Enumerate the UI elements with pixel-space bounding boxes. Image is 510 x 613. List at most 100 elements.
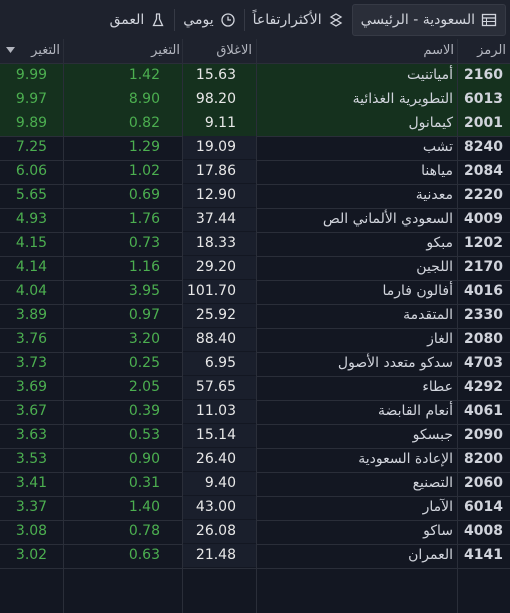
cell-change-pct: 3.76	[15, 331, 48, 347]
cell-close: 37.44	[182, 208, 256, 231]
cell-name: ساكو	[423, 523, 453, 539]
cell-change: 0.82	[128, 115, 160, 131]
columns-selector[interactable]: العمق	[102, 5, 175, 35]
cell-close: 43.00	[182, 496, 256, 519]
table-row[interactable]: 4.15 0.73 18.33 مبكو 1202	[0, 232, 510, 257]
table-row[interactable]: 3.69 2.05 57.65 عطاء 4292	[0, 376, 510, 401]
table-row[interactable]: 9.99 1.42 15.63 أمياتنيت 2160	[0, 64, 510, 89]
cell-change-pct: 4.04	[15, 283, 48, 299]
cell-change: 3.95	[128, 283, 160, 299]
cell-symbol: 2001	[464, 115, 503, 131]
gainers-window: السعودية - الرئيسي الأكثرارتفاعاً يومي ا…	[0, 0, 510, 613]
header-change[interactable]: التغير	[100, 39, 180, 63]
toolbar-divider	[174, 8, 176, 31]
cell-close: 26.40	[182, 448, 256, 471]
header-name[interactable]: الاسم	[256, 39, 454, 63]
cell-change-pct: 3.53	[15, 451, 48, 467]
cell-symbol: 4009	[464, 211, 503, 227]
table-row[interactable]: 3.76 3.20 88.40 الغاز 2080	[0, 328, 510, 353]
cell-change-pct: 4.14	[15, 259, 48, 275]
table-row[interactable]: 3.63 0.53 15.14 جبسكو 2090	[0, 424, 510, 449]
filter-selector[interactable]: الأكثرارتفاعاً	[245, 5, 352, 35]
cell-name: الغاز	[427, 331, 453, 347]
cell-symbol: 6014	[464, 499, 503, 515]
flask-icon	[152, 12, 164, 26]
cell-close: 25.92	[182, 304, 256, 327]
table-row[interactable]: 3.89 0.97 25.92 المتقدمة 2330	[0, 304, 510, 329]
cell-change-pct: 3.08	[15, 523, 48, 539]
cell-name: كيمانول	[408, 115, 453, 131]
cell-symbol: 6013	[464, 91, 503, 107]
cell-name: مبكو	[426, 235, 453, 251]
cell-change: 0.53	[128, 427, 160, 443]
table-row[interactable]: 4.04 3.95 101.70 أفالون فارما 4016	[0, 280, 510, 305]
table-row[interactable]: 9.97 8.90 98.20 التطويرية الغذائية 6013	[0, 88, 510, 113]
table-row[interactable]: 3.37 1.40 43.00 الآمار 6014	[0, 496, 510, 521]
market-label: السعودية - الرئيسي	[360, 11, 475, 28]
cell-change: 1.76	[128, 211, 160, 227]
cell-change: 1.42	[128, 67, 160, 83]
cell-change-pct: 3.63	[15, 427, 48, 443]
filter-link-icon	[329, 12, 342, 27]
cell-change: 0.63	[128, 547, 160, 563]
cell-name: التصنيع	[412, 475, 453, 491]
cell-symbol: 2060	[464, 475, 503, 491]
table-row[interactable]: 4.93 1.76 37.44 السعودي الألماني الص 4009	[0, 208, 510, 233]
cell-symbol: 2080	[464, 331, 503, 347]
period-selector[interactable]: يومي	[175, 5, 243, 35]
cell-symbol: 4008	[464, 523, 503, 539]
cell-close: 12.90	[182, 184, 256, 207]
header-change-pct[interactable]: التغير	[24, 39, 60, 63]
cell-change-pct: 3.89	[15, 307, 48, 323]
cell-name: المتقدمة	[403, 307, 453, 323]
cell-symbol: 4061	[464, 403, 503, 419]
cell-change: 0.39	[128, 403, 160, 419]
table-row[interactable]: 6.06 1.02 17.86 مياهنا 2084	[0, 160, 510, 185]
cell-close: 6.95	[182, 352, 256, 375]
cell-change: 0.90	[128, 451, 160, 467]
cell-close: 57.65	[182, 376, 256, 399]
cell-change-pct: 3.69	[15, 379, 48, 395]
table-row[interactable]: 3.08 0.78 26.08 ساكو 4008	[0, 520, 510, 545]
table-row[interactable]: 7.25 1.29 19.09 تشب 8240	[0, 136, 510, 161]
cell-close: 26.08	[182, 520, 256, 543]
cell-change-pct: 9.97	[15, 91, 48, 107]
header-symbol[interactable]: الرمز	[462, 39, 506, 63]
cell-change-pct: 5.65	[15, 187, 48, 203]
table-row[interactable]: 5.65 0.69 12.90 معدنية 2220	[0, 184, 510, 209]
cell-name: الآمار	[422, 499, 453, 515]
cell-close: 9.40	[182, 472, 256, 495]
cell-close: 18.33	[182, 232, 256, 255]
table-row[interactable]: 4.14 1.16 29.20 اللجين 2170	[0, 256, 510, 281]
cell-close: 88.40	[182, 328, 256, 351]
cell-change: 0.25	[128, 355, 160, 371]
cell-close: 15.63	[195, 67, 236, 83]
cell-symbol: 4141	[464, 547, 503, 563]
table-row[interactable]: 3.02 0.63 21.48 العمران 4141	[0, 544, 510, 569]
cell-close: 101.70	[182, 280, 256, 303]
table-row[interactable]: 3.73 0.25 6.95 سدكو متعدد الأصول 4703	[0, 352, 510, 377]
cell-name: سدكو متعدد الأصول	[337, 355, 453, 371]
table-row[interactable]: 3.67 0.39 11.03 أنعام القابضة 4061	[0, 400, 510, 425]
cell-name: معدنية	[415, 187, 453, 203]
sort-desc-icon[interactable]	[6, 47, 15, 54]
cell-symbol: 8200	[464, 451, 503, 467]
cell-symbol: 2160	[464, 67, 503, 83]
header-close[interactable]: الاغلاق	[184, 39, 252, 63]
cell-name: جبسكو	[412, 427, 453, 443]
cell-close: 11.03	[182, 400, 256, 423]
cell-name: السعودي الألماني الص	[322, 211, 453, 227]
table-row[interactable]: 3.41 0.31 9.40 التصنيع 2060	[0, 472, 510, 497]
cell-change-pct: 3.02	[15, 547, 48, 563]
cell-change-pct: 4.15	[15, 235, 48, 251]
market-selector[interactable]: السعودية - الرئيسي	[351, 3, 506, 36]
cell-close: 21.48	[182, 544, 256, 567]
cell-name: اللجين	[416, 259, 453, 275]
table-row[interactable]: 9.89 0.82 9.11 كيمانول 2001	[0, 112, 510, 137]
toolbar-divider	[243, 8, 245, 31]
cell-change-pct: 3.37	[15, 499, 48, 515]
column-divider	[457, 39, 458, 613]
cell-symbol: 2084	[464, 163, 503, 179]
table-row[interactable]: 3.53 0.90 26.40 الإعادة السعودية 8200	[0, 448, 510, 473]
column-divider	[63, 39, 64, 613]
